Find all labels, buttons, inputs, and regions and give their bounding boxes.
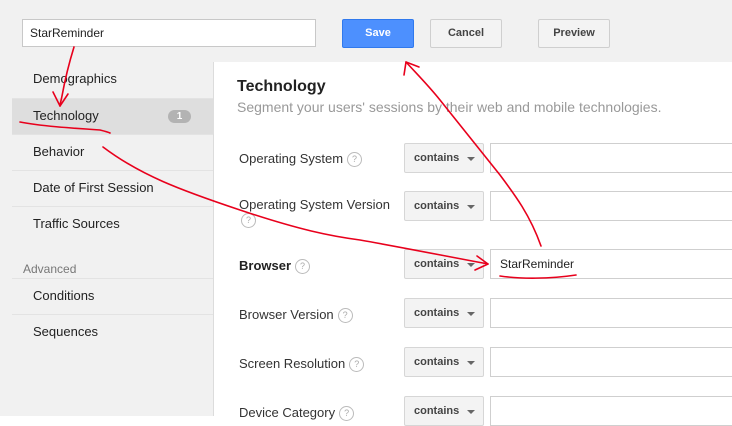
- filter-row-screen-resolution: Screen Resolution? contains: [214, 347, 732, 377]
- help-icon[interactable]: ?: [241, 213, 256, 228]
- filter-row-operating-system-version: Operating System Version ? contains: [214, 191, 732, 228]
- operator-select[interactable]: contains: [404, 249, 484, 279]
- sidebar-item-sequences[interactable]: Sequences: [12, 314, 213, 350]
- filter-value-input[interactable]: [490, 191, 732, 221]
- sidebar-item-traffic-sources[interactable]: Traffic Sources: [12, 206, 213, 242]
- operator-select[interactable]: contains: [404, 298, 484, 328]
- sidebar-item-label: Demographics: [33, 71, 117, 86]
- segment-category-sidebar: Demographics Technology 1 Behavior Date …: [0, 62, 225, 416]
- filter-row-operating-system: Operating System? contains: [214, 143, 732, 173]
- filter-value-input[interactable]: [490, 143, 732, 173]
- filter-label: Browser Version: [239, 307, 334, 322]
- filter-value-input[interactable]: [490, 396, 732, 426]
- filter-value-input[interactable]: [490, 249, 732, 279]
- sidebar-item-demographics[interactable]: Demographics: [12, 62, 213, 98]
- dropdown-caret-icon: [467, 312, 475, 316]
- page-title: Technology: [237, 78, 326, 95]
- preview-button[interactable]: Preview: [538, 19, 610, 48]
- sidebar-item-conditions[interactable]: Conditions: [12, 278, 213, 314]
- filter-value-input[interactable]: [490, 347, 732, 377]
- sidebar-heading-advanced: Advanced: [23, 262, 77, 276]
- filter-label: Operating System: [239, 151, 344, 166]
- dropdown-caret-icon: [467, 361, 475, 365]
- filter-row-device-category: Device Category? contains: [214, 396, 732, 426]
- help-icon[interactable]: ?: [347, 152, 363, 167]
- sidebar-item-behavior[interactable]: Behavior: [12, 134, 213, 170]
- operator-select[interactable]: contains: [404, 396, 484, 426]
- save-button[interactable]: Save: [342, 19, 414, 48]
- filter-label: Operating System Version: [239, 197, 391, 212]
- sidebar-item-label: Traffic Sources: [33, 216, 120, 231]
- help-icon[interactable]: ?: [295, 259, 311, 274]
- sidebar-item-label: Date of First Session: [33, 180, 154, 195]
- operator-select[interactable]: contains: [404, 347, 484, 377]
- sidebar-item-date-of-first-session[interactable]: Date of First Session: [12, 170, 213, 206]
- technology-panel: Technology Segment your users' sessions …: [214, 62, 732, 426]
- operator-select[interactable]: contains: [404, 191, 484, 221]
- help-icon[interactable]: ?: [337, 308, 353, 323]
- segment-name-input[interactable]: [22, 19, 316, 47]
- page-subtitle: Segment your users' sessions by their we…: [237, 99, 662, 115]
- filter-label: Browser: [239, 258, 292, 273]
- filter-label: Device Category: [239, 405, 336, 420]
- dropdown-caret-icon: [467, 205, 475, 209]
- dropdown-caret-icon: [467, 263, 475, 267]
- sidebar-item-label: Conditions: [33, 288, 95, 303]
- help-icon[interactable]: ?: [339, 406, 355, 421]
- filter-row-browser: Browser? contains: [214, 249, 732, 279]
- filter-value-input[interactable]: [490, 298, 732, 328]
- filter-row-browser-version: Browser Version? contains: [214, 298, 732, 328]
- cancel-button[interactable]: Cancel: [430, 19, 502, 48]
- sidebar-item-technology[interactable]: Technology 1: [12, 98, 225, 135]
- filter-label: Screen Resolution: [239, 356, 346, 371]
- segment-toolbar: Save Cancel Preview: [0, 0, 732, 63]
- help-icon[interactable]: ?: [349, 357, 365, 372]
- sidebar-item-label: Technology: [33, 108, 99, 123]
- dropdown-caret-icon: [467, 410, 475, 414]
- condition-count-badge: 1: [168, 110, 191, 123]
- operator-select[interactable]: contains: [404, 143, 484, 173]
- sidebar-item-label: Behavior: [33, 144, 85, 159]
- dropdown-caret-icon: [467, 157, 475, 161]
- sidebar-item-label: Sequences: [33, 324, 99, 339]
